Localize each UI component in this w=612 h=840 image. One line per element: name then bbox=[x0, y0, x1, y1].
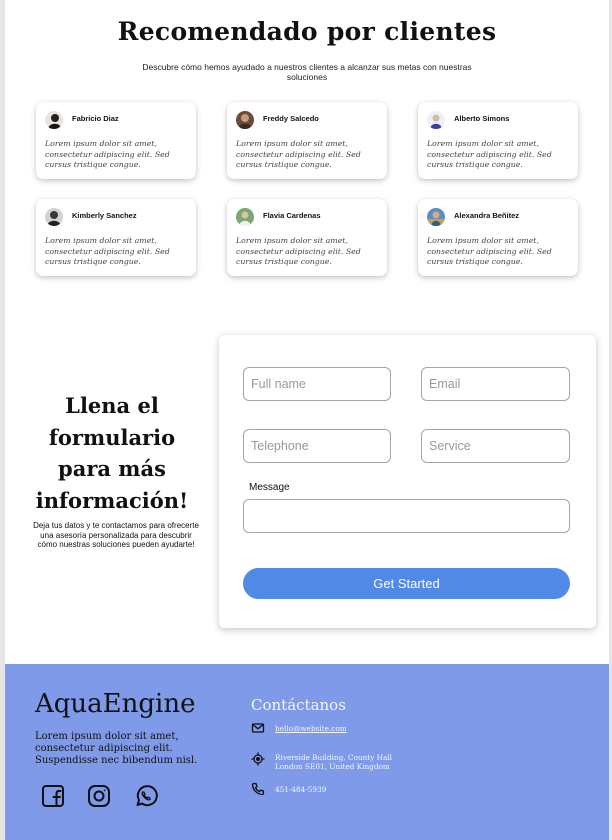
whatsapp-icon[interactable] bbox=[133, 783, 159, 809]
testimonial-quote: Lorem ipsum dolor sit amet, consectetur … bbox=[427, 236, 552, 266]
testimonial-card: Alberto Simons Lorem ipsum dolor sit ame… bbox=[418, 102, 578, 179]
testimonial-card: Fabricio Diaz Lorem ipsum dolor sit amet… bbox=[36, 102, 196, 179]
email-field[interactable] bbox=[421, 367, 570, 401]
testimonial-card: Alexandra Beñitez Lorem ipsum dolor sit … bbox=[418, 199, 578, 276]
phone-icon bbox=[251, 782, 265, 796]
cta-text: Deja tus datos y te contactamos para ofr… bbox=[33, 521, 199, 550]
message-label: Message bbox=[249, 482, 290, 493]
avatar bbox=[236, 111, 254, 129]
testimonial-name: Kimberly Sanchez bbox=[72, 211, 137, 220]
get-started-button[interactable]: Get Started bbox=[243, 568, 570, 599]
testimonial-name: Freddy Salcedo bbox=[263, 114, 319, 123]
address-text: Riverside Building, County Hall London S… bbox=[275, 753, 393, 771]
cta-heading: Llena el formulario para más información… bbox=[35, 393, 189, 513]
testimonials-subtitle: Descubre cómo hemos ayudado a nuestros c… bbox=[142, 62, 472, 82]
testimonial-quote: Lorem ipsum dolor sit amet, consectetur … bbox=[45, 139, 170, 169]
facebook-icon[interactable] bbox=[40, 783, 66, 809]
brand-description: Lorem ipsum dolor sit amet, consectetur … bbox=[35, 731, 198, 766]
testimonial-quote: Lorem ipsum dolor sit amet, consectetur … bbox=[236, 236, 361, 266]
avatar bbox=[427, 111, 445, 129]
avatar bbox=[45, 208, 63, 226]
contact-title: Contáctanos bbox=[251, 696, 346, 714]
message-field[interactable] bbox=[243, 499, 570, 533]
avatar bbox=[427, 208, 445, 226]
avatar bbox=[45, 111, 63, 129]
footer: AquaEngine Lorem ipsum dolor sit amet, c… bbox=[5, 664, 609, 840]
testimonial-quote: Lorem ipsum dolor sit amet, consectetur … bbox=[45, 236, 170, 266]
testimonial-name: Alexandra Beñitez bbox=[454, 211, 520, 220]
full-name-field[interactable] bbox=[243, 367, 391, 401]
instagram-icon[interactable] bbox=[86, 783, 112, 809]
testimonial-name: Flavia Cardenas bbox=[263, 211, 321, 220]
testimonial-quote: Lorem ipsum dolor sit amet, consectetur … bbox=[236, 139, 361, 169]
email-link[interactable]: hello@website.com bbox=[275, 724, 347, 733]
mail-icon bbox=[251, 723, 265, 733]
avatar bbox=[236, 208, 254, 226]
testimonial-quote: Lorem ipsum dolor sit amet, consectetur … bbox=[427, 139, 552, 169]
testimonials-title: Recomendado por clientes bbox=[117, 17, 497, 46]
testimonial-name: Alberto Simons bbox=[454, 114, 510, 123]
testimonial-card: Freddy Salcedo Lorem ipsum dolor sit ame… bbox=[227, 102, 387, 179]
telephone-field[interactable] bbox=[243, 429, 391, 463]
location-icon bbox=[251, 752, 265, 766]
page: Recomendado por clientes Descubre cómo h… bbox=[5, 0, 609, 840]
testimonial-card: Kimberly Sanchez Lorem ipsum dolor sit a… bbox=[36, 199, 196, 276]
testimonial-card: Flavia Cardenas Lorem ipsum dolor sit am… bbox=[227, 199, 387, 276]
service-field[interactable] bbox=[421, 429, 570, 463]
testimonial-name: Fabricio Diaz bbox=[72, 114, 119, 123]
phone-text: 451-484-5939 bbox=[275, 785, 327, 794]
brand-logo: AquaEngine bbox=[35, 689, 196, 719]
